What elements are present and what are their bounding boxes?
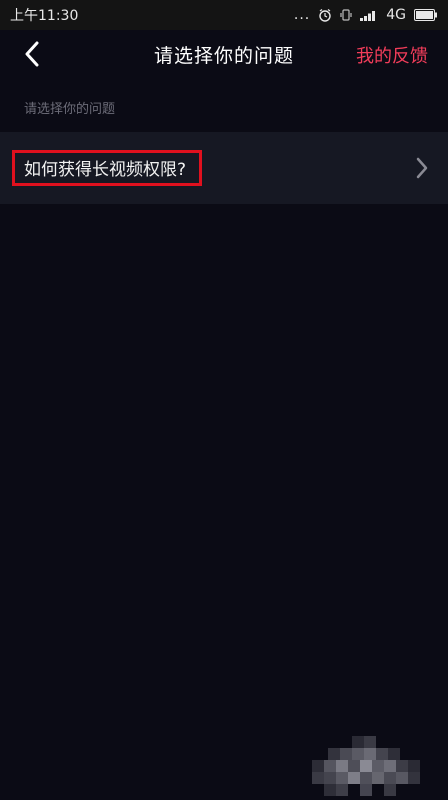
signal-icon [360, 9, 378, 21]
question-label: 如何获得长视频权限? [24, 160, 187, 180]
header: 请选择你的问题 我的反馈 [0, 30, 448, 78]
section-label: 请选择你的问题 [24, 102, 116, 117]
status-bar: 上午11:30 ... 4G [0, 0, 448, 30]
back-button[interactable] [18, 40, 46, 68]
network-type: 4G [386, 7, 406, 23]
list-item[interactable]: 如何获得长视频权限? [0, 132, 448, 204]
chevron-right-icon [416, 157, 428, 179]
status-dots: ... [293, 7, 311, 23]
status-icons: ... 4G [294, 7, 438, 23]
chevron-left-icon [25, 41, 39, 67]
mosaic-watermark [312, 736, 420, 796]
vibrate-icon [340, 8, 352, 22]
battery-icon [414, 9, 438, 21]
question-list: 如何获得长视频权限? [0, 132, 448, 204]
my-feedback-link[interactable]: 我的反馈 [356, 42, 428, 68]
status-time: 上午11:30 [10, 8, 79, 24]
page-title: 请选择你的问题 [153, 44, 294, 67]
screen: 上午11:30 ... 4G 请选择你的问题 我的反馈 请选择你的问题 如何获得… [0, 0, 448, 800]
alarm-icon [318, 8, 332, 22]
